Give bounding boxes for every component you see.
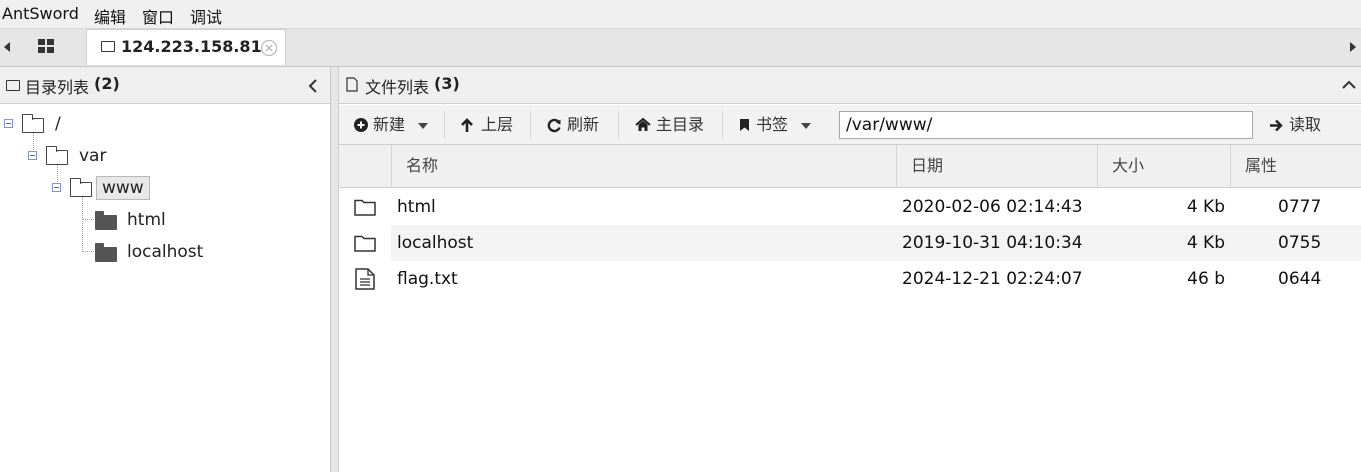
tab-bar: 124.223.158.81 <box>0 29 1361 67</box>
close-tab-icon[interactable] <box>260 39 278 57</box>
scroll-left-arrow-icon[interactable] <box>4 42 10 52</box>
menu-edit[interactable]: 编辑 <box>94 4 126 28</box>
file-text-icon <box>355 268 375 290</box>
folder-open-icon <box>45 146 68 165</box>
column-attr[interactable]: 属性 <box>1230 145 1361 187</box>
file-size: 4 Kb <box>1186 233 1225 253</box>
tree-item-html[interactable]: html <box>0 207 180 233</box>
home-dir-button[interactable]: 主目录 <box>635 112 705 138</box>
file-size: 4 Kb <box>1186 197 1225 217</box>
file-attr: 0777 <box>1278 197 1322 217</box>
scroll-right-arrow-icon[interactable] <box>1350 42 1356 52</box>
folder-open-icon <box>21 114 44 133</box>
file-toolbar: 新建 上层 刷新 主目录 书签 /var/www/ 读取 <box>339 105 1361 145</box>
menu-debug[interactable]: 调试 <box>190 4 222 28</box>
menubar: AntSword 编辑 窗口 调试 <box>0 0 1361 29</box>
panel-splitter[interactable] <box>331 67 339 472</box>
chevron-down-icon <box>801 123 811 129</box>
arrow-up-icon <box>461 118 473 132</box>
chevron-down-icon <box>418 123 428 129</box>
file-name: localhost <box>397 233 474 253</box>
arrow-right-icon <box>1270 119 1283 132</box>
path-input[interactable] <box>839 111 1253 139</box>
file-panel-title: 文件列表 <box>365 78 430 97</box>
folder-open-icon <box>69 178 92 197</box>
file-count: (3) <box>434 74 460 93</box>
file-panel: 文件列表 (3) 新建 上层 刷新 主目录 书签 /var/www/ 读取 名称… <box>339 67 1361 472</box>
tree-item-label: www <box>96 176 150 200</box>
tab-connection-label: 124.223.158.81 <box>121 37 262 56</box>
file-date: 2020-02-06 02:14:43 <box>902 197 1083 217</box>
tree-item-www[interactable]: www <box>0 175 160 201</box>
menu-window[interactable]: 窗口 <box>142 4 174 28</box>
column-date[interactable]: 日期 <box>896 145 1097 187</box>
collapse-toggle-icon[interactable] <box>4 119 13 128</box>
folder-icon <box>354 235 376 252</box>
tree-item-label: html <box>127 210 166 230</box>
menu-antsword[interactable]: AntSword <box>2 4 79 23</box>
new-button[interactable]: 新建 <box>354 112 430 138</box>
refresh-label: 刷新 <box>567 115 600 134</box>
directory-panel-header: 目录列表 (2) <box>0 67 330 104</box>
refresh-icon <box>547 118 561 133</box>
home-dir-label: 主目录 <box>656 115 705 134</box>
tree-item-label: localhost <box>127 242 204 262</box>
directory-count: (2) <box>94 74 120 93</box>
column-name[interactable]: 名称 <box>391 145 896 187</box>
home-icon <box>635 118 651 131</box>
read-button[interactable]: 读取 <box>1269 112 1325 138</box>
file-icon <box>346 77 358 92</box>
tree-item-label: var <box>79 146 107 166</box>
tree-item-root[interactable]: / <box>0 111 120 137</box>
directory-panel: 目录列表 (2) / var www html localhost <box>0 67 331 472</box>
folder-icon <box>95 243 117 262</box>
collapse-up-icon[interactable] <box>1342 80 1356 90</box>
directory-panel-title: 目录列表 <box>25 78 90 97</box>
file-attr: 0644 <box>1278 269 1322 289</box>
column-size[interactable]: 大小 <box>1097 145 1230 187</box>
plus-circle-icon <box>354 118 368 132</box>
file-attr: 0755 <box>1278 233 1322 253</box>
collapse-panel-icon[interactable] <box>308 79 318 93</box>
file-panel-header: 文件列表 (3) <box>339 67 1361 104</box>
table-row[interactable]: html 2020-02-06 02:14:43 4 Kb 0777 <box>339 189 1361 225</box>
file-date: 2024-12-21 02:24:07 <box>902 269 1083 289</box>
folder-icon <box>354 199 376 216</box>
read-label: 读取 <box>1289 115 1322 134</box>
file-name: flag.txt <box>397 269 458 289</box>
new-button-label: 新建 <box>373 115 406 134</box>
bookmark-button[interactable]: 书签 <box>739 112 814 138</box>
tree-item-localhost[interactable]: localhost <box>0 239 210 265</box>
bookmark-icon <box>740 119 749 131</box>
tree-item-label: / <box>55 114 61 134</box>
collapse-toggle-icon[interactable] <box>52 183 61 192</box>
table-row[interactable]: localhost 2019-10-31 04:10:34 4 Kb 0755 <box>339 225 1361 261</box>
file-date: 2019-10-31 04:10:34 <box>902 233 1083 253</box>
tab-home-grid[interactable] <box>18 29 76 66</box>
up-level-button[interactable]: 上层 <box>460 112 515 138</box>
bookmark-label: 书签 <box>756 115 789 134</box>
tree-item-var[interactable]: var <box>0 143 140 169</box>
collapse-toggle-icon[interactable] <box>28 151 37 160</box>
refresh-button[interactable]: 刷新 <box>547 112 607 138</box>
table-row[interactable]: flag.txt 2024-12-21 02:24:07 46 b 0644 <box>339 261 1361 297</box>
up-level-label: 上层 <box>481 115 514 134</box>
grid-icon <box>38 39 54 53</box>
file-grid-header: 名称 日期 大小 属性 <box>339 145 1361 188</box>
folder-icon <box>95 211 117 230</box>
file-name: html <box>397 197 436 217</box>
tab-connection[interactable]: 124.223.158.81 <box>86 29 286 65</box>
folder-icon <box>101 41 115 52</box>
folder-icon <box>6 80 20 91</box>
file-size: 46 b <box>1187 269 1225 289</box>
